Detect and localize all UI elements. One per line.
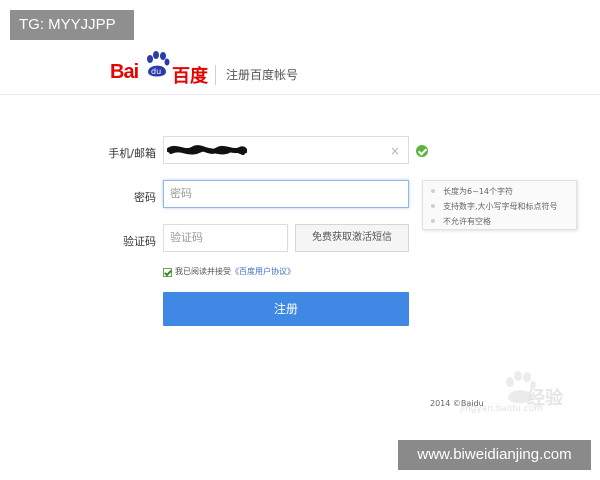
password-placeholder: 密码 xyxy=(170,187,192,200)
bullet-icon xyxy=(431,219,435,223)
baidu-paw-icon: du xyxy=(147,51,170,77)
baidu-logo[interactable]: Bai du 百度 xyxy=(110,51,210,87)
header-separator xyxy=(0,94,600,95)
password-rule-text: 长度为6~14个字符 xyxy=(443,187,513,196)
watermark-url: jingyan.baidu.com xyxy=(460,404,544,414)
redacted-scribble xyxy=(167,145,247,155)
password-rule-text: 不允许有空格 xyxy=(443,217,491,226)
agree-text-group: 我已阅读并接受《百度用户协议》 xyxy=(175,266,295,277)
password-label: 密码 xyxy=(134,191,156,204)
register-button[interactable]: 注册 xyxy=(163,292,409,326)
code-placeholder: 验证码 xyxy=(170,231,203,244)
page-header: Bai du 百度 注册百度帐号 xyxy=(0,51,600,95)
phone-label: 手机/邮箱 xyxy=(108,147,156,160)
tg-overlay-badge: TG: MYYJJPP xyxy=(10,10,134,40)
password-rule-item: 支持数字,大小写字母和标点符号 xyxy=(431,199,570,214)
header-divider xyxy=(215,65,216,85)
get-sms-button[interactable]: 免费获取激活短信 xyxy=(295,224,409,252)
code-field[interactable]: 验证码 xyxy=(163,224,288,252)
agree-checkbox[interactable] xyxy=(163,268,172,277)
bullet-icon xyxy=(431,189,435,193)
password-field[interactable]: 密码 xyxy=(163,180,409,208)
check-circle-icon xyxy=(416,145,428,157)
bullet-icon xyxy=(431,204,435,208)
clear-icon[interactable]: × xyxy=(390,144,400,158)
password-rule-text: 支持数字,大小写字母和标点符号 xyxy=(443,202,558,211)
logo-bai-text: Bai xyxy=(110,61,139,83)
password-rule-item: 长度为6~14个字符 xyxy=(431,184,570,199)
password-rule-item: 不允许有空格 xyxy=(431,214,570,229)
logo-chinese-text: 百度 xyxy=(172,66,208,87)
user-agreement-link[interactable]: 《百度用户协议》 xyxy=(231,267,295,276)
code-label: 验证码 xyxy=(123,235,156,248)
site-overlay-badge: www.biweidianjing.com xyxy=(398,440,591,470)
logo-du-text: du xyxy=(151,67,161,76)
page-title: 注册百度帐号 xyxy=(226,68,299,82)
agree-text: 我已阅读并接受 xyxy=(175,267,231,276)
password-rules-tooltip: 长度为6~14个字符 支持数字,大小写字母和标点符号 不允许有空格 xyxy=(422,180,577,230)
